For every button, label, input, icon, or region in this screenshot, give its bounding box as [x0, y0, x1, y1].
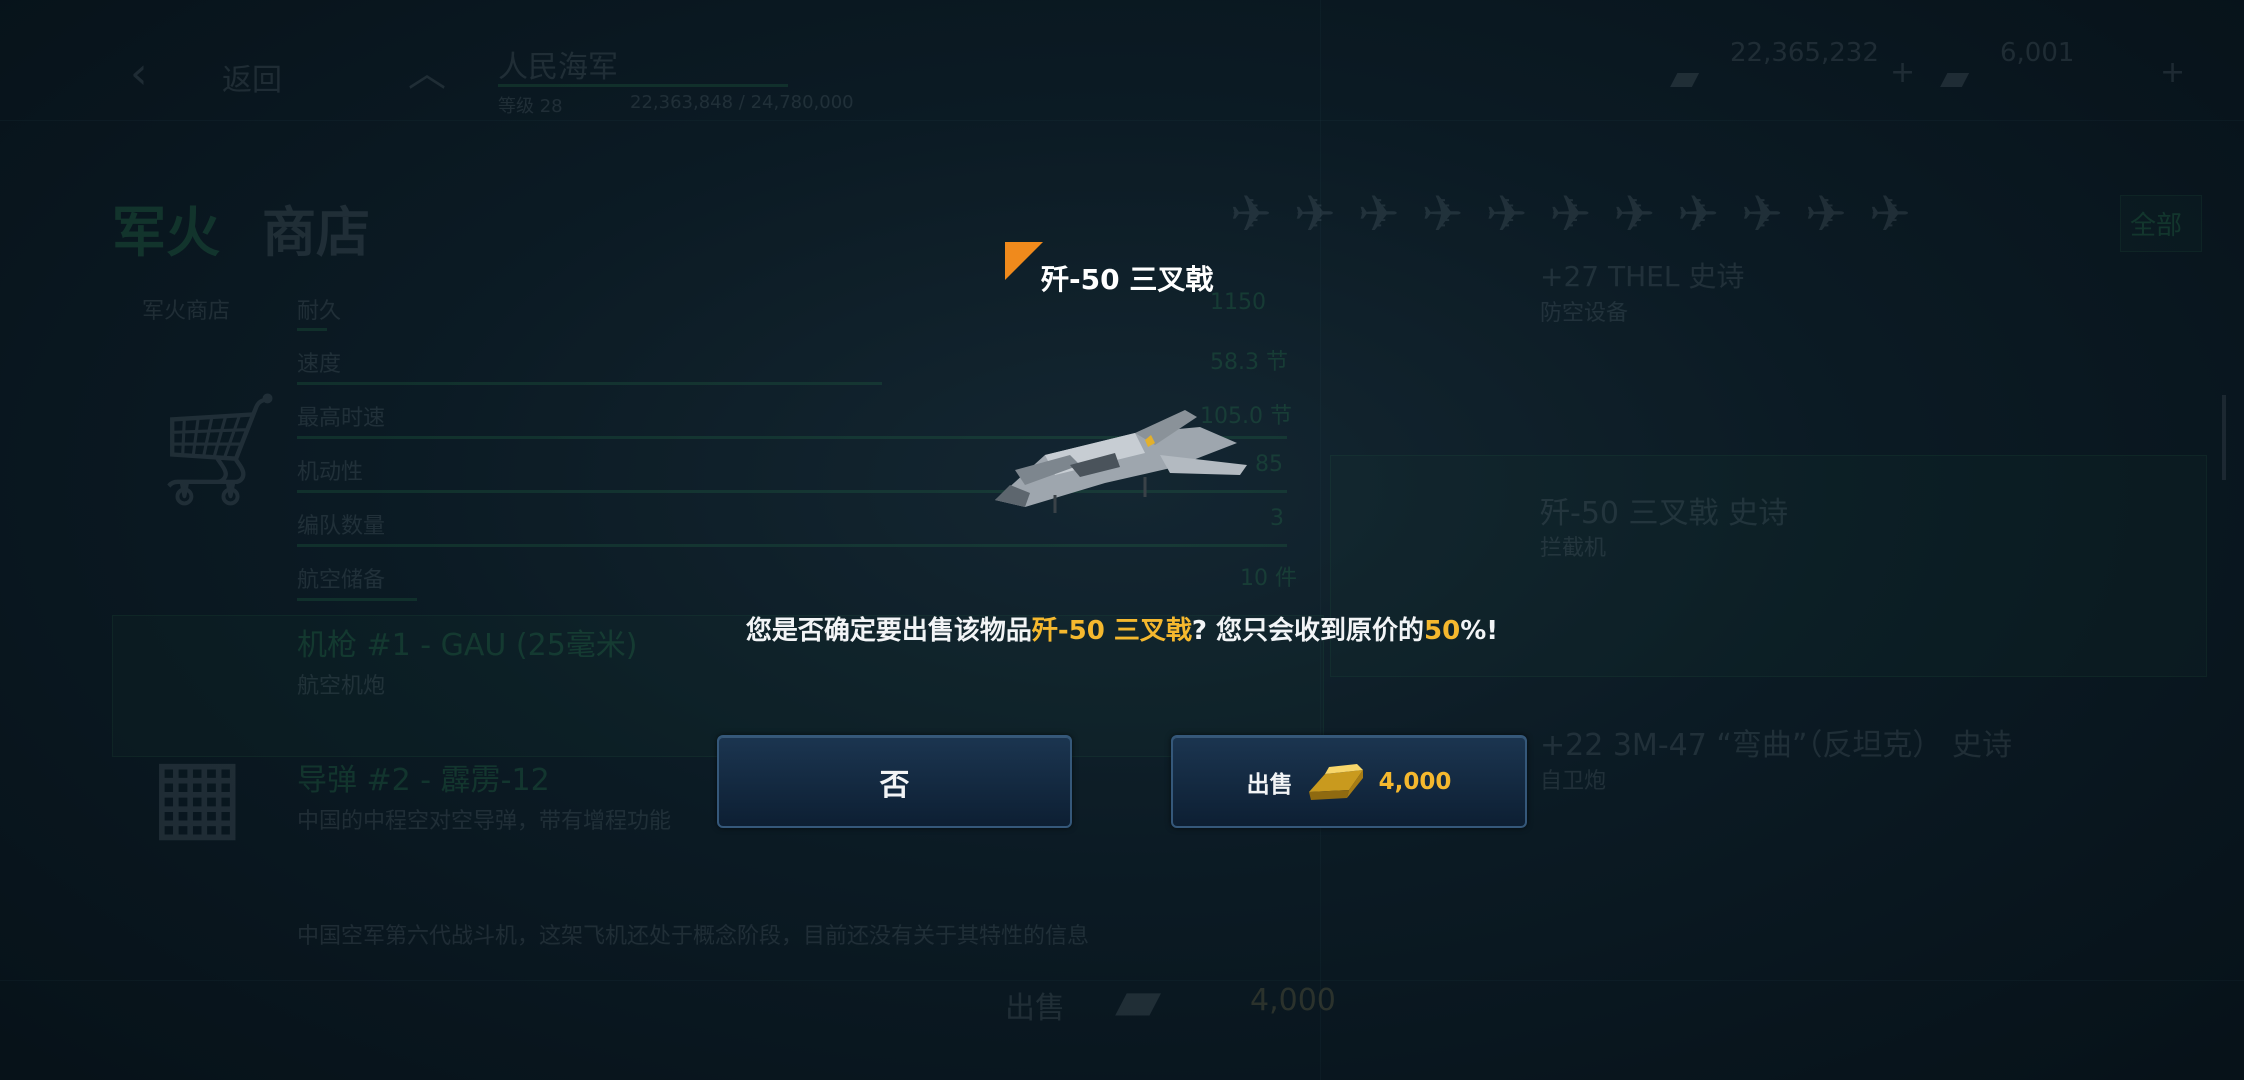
no-button[interactable]: 否 [717, 735, 1072, 828]
confirm-message: 您是否确定要出售该物品歼-50 三叉戟? 您只会收到原价的50%! [0, 610, 2244, 647]
modal-overlay [0, 0, 2244, 1080]
fighter-jet-image [995, 410, 1247, 513]
message-suffix: %! [1460, 616, 1499, 646]
message-prefix: 您是否确定要出售该物品 [745, 616, 1032, 646]
dialog-corner-accent [1005, 242, 1043, 280]
message-percent: 50 [1424, 616, 1461, 646]
message-item-name: 歼-50 三叉戟 [1031, 616, 1192, 646]
no-button-label: 否 [879, 767, 910, 803]
sell-button-label: 出售 [1246, 771, 1293, 798]
message-middle: ? 您只会收到原价的 [1191, 616, 1425, 646]
sell-button[interactable]: 出售 4,000 [1171, 735, 1527, 828]
sell-price: 4,000 [1378, 768, 1452, 795]
gold-bar-icon [1308, 763, 1363, 800]
dialog-title: 歼-50 三叉戟 [1041, 263, 1214, 296]
